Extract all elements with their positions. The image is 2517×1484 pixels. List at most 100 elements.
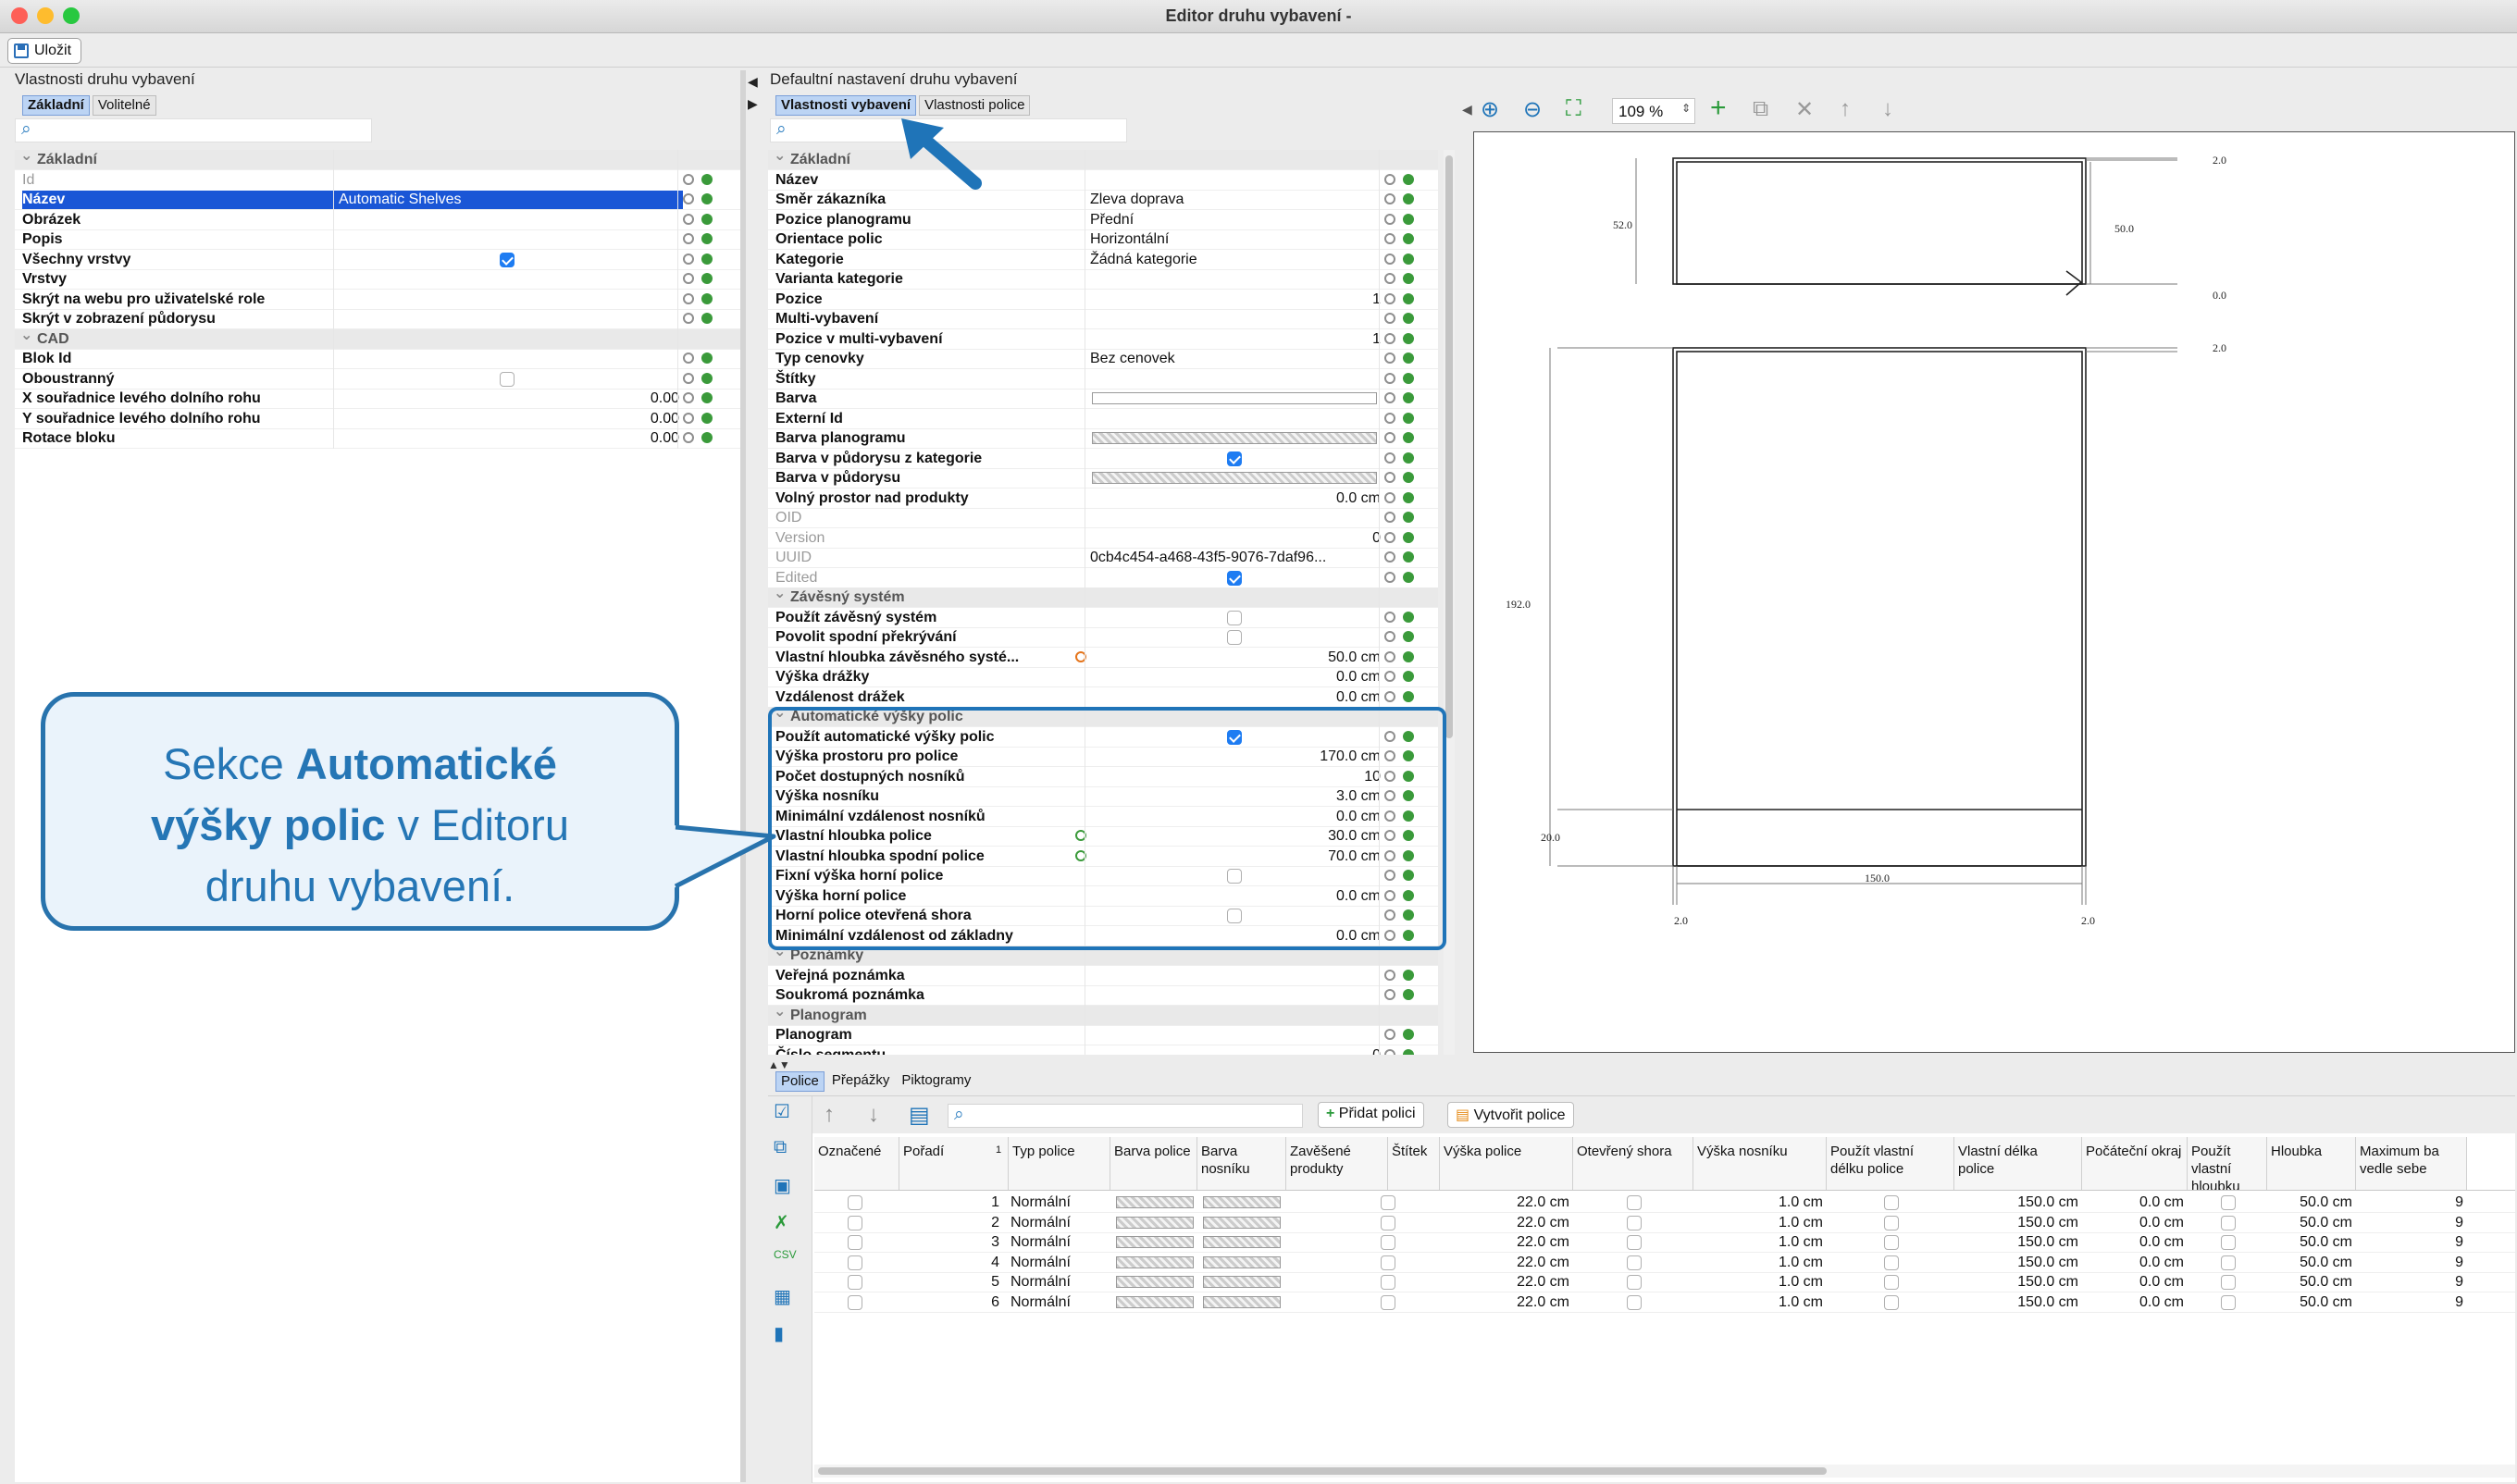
expand-right-arrow-icon[interactable]: ▶ (748, 96, 758, 112)
property-row-blok-id[interactable]: Blok Id (15, 349, 740, 369)
default-value-icon[interactable] (1403, 690, 1414, 702)
inherit-icon[interactable] (683, 352, 694, 364)
property-value[interactable]: Přední (1090, 210, 1134, 229)
default-value-icon[interactable] (1403, 372, 1414, 384)
property-checkbox[interactable] (500, 252, 515, 267)
row-checkbox[interactable] (848, 1235, 862, 1250)
property-row-y-souradnice-leveho-dolniho-rohu[interactable]: Y souřadnice levého dolního rohu 0.00 (15, 409, 740, 429)
save-button[interactable]: Uložit (7, 38, 82, 64)
default-value-icon[interactable] (1403, 650, 1414, 662)
column-header-vyska-police[interactable]: Výška police (1440, 1137, 1573, 1190)
property-row-vrstvy[interactable]: Vrstvy (15, 269, 740, 290)
tab-police[interactable]: Police (775, 1071, 825, 1092)
color-swatch[interactable] (1092, 392, 1377, 404)
table-row[interactable]: 3 Normální 22.0 cm 1.0 cm 150.0 cm 0.0 cm 50.0… (814, 1232, 2515, 1253)
inherit-icon[interactable] (683, 253, 694, 265)
create-shelves-button[interactable]: ▤ Vytvořit police (1447, 1102, 1574, 1128)
inherit-icon[interactable] (1384, 213, 1395, 225)
inherit-icon[interactable] (1384, 313, 1395, 324)
hanging-products-checkbox[interactable] (1381, 1235, 1395, 1250)
column-header-barva-police[interactable]: Barva police (1110, 1137, 1197, 1190)
excel-export-icon[interactable]: ✗ (774, 1211, 789, 1234)
tab-zakladni[interactable]: Základní (22, 95, 90, 116)
property-value[interactable]: 0.0 cm (1336, 687, 1381, 707)
custom-length-checkbox[interactable] (1884, 1195, 1899, 1210)
property-row-povolit-spodni-prekryvani[interactable]: Povolit spodní překrývání (768, 627, 1438, 648)
property-row-vlastni-hloubka-zavesneho-syste[interactable]: Vlastní hloubka závěsného systé... 50.0 c… (768, 648, 1438, 668)
default-value-icon[interactable] (1403, 671, 1414, 682)
columns-icon[interactable]: ▤ (909, 1102, 930, 1129)
inherit-icon[interactable] (1384, 392, 1395, 403)
column-header-vlastni-delka-police[interactable]: Vlastní délka police (1954, 1137, 2082, 1190)
table-row[interactable]: 6 Normální 22.0 cm 1.0 cm 150.0 cm 0.0 cm 50.0… (814, 1292, 2515, 1313)
default-value-icon[interactable] (1403, 512, 1414, 523)
property-row-popis[interactable]: Popis (15, 229, 740, 250)
default-value-icon[interactable] (1403, 332, 1414, 344)
property-value[interactable]: 0.0 cm (1336, 488, 1381, 508)
inherit-icon[interactable] (1384, 233, 1395, 244)
property-value[interactable]: 50.0 cm (1328, 648, 1381, 667)
shelf-color-swatch[interactable] (1116, 1216, 1194, 1229)
property-value[interactable]: 0.00 (651, 428, 679, 448)
property-row-rotace-bloku[interactable]: Rotace bloku 0.00 (15, 428, 740, 449)
column-header-pouzit-vlastni-delku-police[interactable]: Použít vlastní délku police (1827, 1137, 1954, 1190)
property-checkbox[interactable] (1227, 610, 1242, 625)
inherit-icon[interactable] (1384, 650, 1395, 662)
inherit-icon[interactable] (1384, 512, 1395, 523)
edit-icon[interactable]: ▣ (774, 1174, 791, 1197)
custom-length-checkbox[interactable] (1884, 1215, 1899, 1230)
property-value[interactable]: Zleva doprava (1090, 190, 1184, 209)
zoom-level-field[interactable]: 109 % ⇕ (1612, 98, 1695, 124)
shelf-color-swatch[interactable] (1116, 1236, 1194, 1248)
property-row-volny-prostor-nad-produkty[interactable]: Volný prostor nad produkty 0.0 cm (768, 488, 1438, 509)
tab-volitelne[interactable]: Volitelné (92, 95, 156, 116)
column-header-pouzit-vlastni-hloubku[interactable]: Použít vlastní hloubku (2188, 1137, 2267, 1190)
inherit-icon[interactable] (683, 372, 694, 384)
row-checkbox[interactable] (848, 1215, 862, 1230)
chevron-down-icon[interactable]: ⌄ (774, 150, 786, 166)
duplicate-icon[interactable]: ⧉ (774, 1137, 787, 1158)
inherit-icon[interactable] (683, 412, 694, 424)
inherit-icon[interactable] (1384, 451, 1395, 464)
default-value-icon[interactable] (701, 313, 713, 324)
default-value-icon[interactable] (1403, 193, 1414, 204)
property-row-pozice-v-multi-vybaveni[interactable]: Pozice v multi-vybavení 1 (768, 329, 1438, 350)
table-row[interactable]: 1 Normální 22.0 cm 1.0 cm 150.0 cm 0.0 cm 50.0… (814, 1193, 2515, 1213)
property-row-x-souradnice-leveho-dolniho-rohu[interactable]: X souřadnice levého dolního rohu 0.00 (15, 389, 740, 409)
splitter-arrows-icon[interactable]: ▲▼ (768, 1058, 790, 1071)
default-value-icon[interactable] (1403, 173, 1414, 185)
row-checkbox[interactable] (848, 1294, 862, 1310)
property-value[interactable]: Žádná kategorie (1090, 250, 1197, 269)
move-up-icon[interactable]: ↑ (824, 1102, 835, 1128)
inherit-icon[interactable] (683, 233, 694, 244)
property-row-skryt-na-webu-pro-uzivatelske-role[interactable]: Skrýt na webu pro uživatelské role (15, 290, 740, 310)
column-header-maximum-ba-vedle-sebe[interactable]: Maximum ba vedle sebe (2356, 1137, 2467, 1190)
custom-depth-checkbox[interactable] (2221, 1294, 2236, 1310)
shelf-color-swatch[interactable] (1116, 1255, 1194, 1268)
default-value-icon[interactable] (1403, 472, 1414, 483)
inherit-icon[interactable] (683, 432, 694, 443)
property-row-typ-cenovky[interactable]: Typ cenovky Bez cenovek (768, 349, 1438, 369)
open-top-checkbox[interactable] (1627, 1275, 1642, 1290)
property-row-cislo-segmentu[interactable]: Číslo segmentu 0 (768, 1045, 1438, 1055)
default-value-icon[interactable] (1403, 233, 1414, 244)
property-value[interactable]: 0.00 (651, 409, 679, 428)
property-row-varianta-kategorie[interactable]: Varianta kategorie (768, 269, 1438, 290)
table-row[interactable]: 4 Normální 22.0 cm 1.0 cm 150.0 cm 0.0 cm 50.0… (814, 1253, 2515, 1273)
default-value-icon[interactable] (1403, 213, 1414, 225)
property-checkbox[interactable] (1227, 630, 1242, 645)
property-row-externi-id[interactable]: Externí Id (768, 409, 1438, 429)
default-value-icon[interactable] (701, 273, 713, 284)
property-row-kategorie[interactable]: Kategorie Žádná kategorie (768, 250, 1438, 270)
open-top-checkbox[interactable] (1627, 1215, 1642, 1230)
default-value-icon[interactable] (1403, 969, 1414, 981)
property-value[interactable]: Automatic Shelves (339, 190, 462, 209)
move-down-icon[interactable]: ↓ (1882, 96, 1893, 122)
open-top-checkbox[interactable] (1627, 1294, 1642, 1310)
collapse-left-arrow-icon[interactable]: ◀ (748, 74, 758, 90)
property-row-pozice[interactable]: Pozice 1 (768, 290, 1438, 310)
inherit-icon[interactable] (1384, 1048, 1395, 1055)
color-swatch[interactable] (1092, 472, 1377, 484)
property-row-planogram[interactable]: Planogram (768, 1025, 1438, 1045)
default-value-icon[interactable] (701, 193, 713, 204)
